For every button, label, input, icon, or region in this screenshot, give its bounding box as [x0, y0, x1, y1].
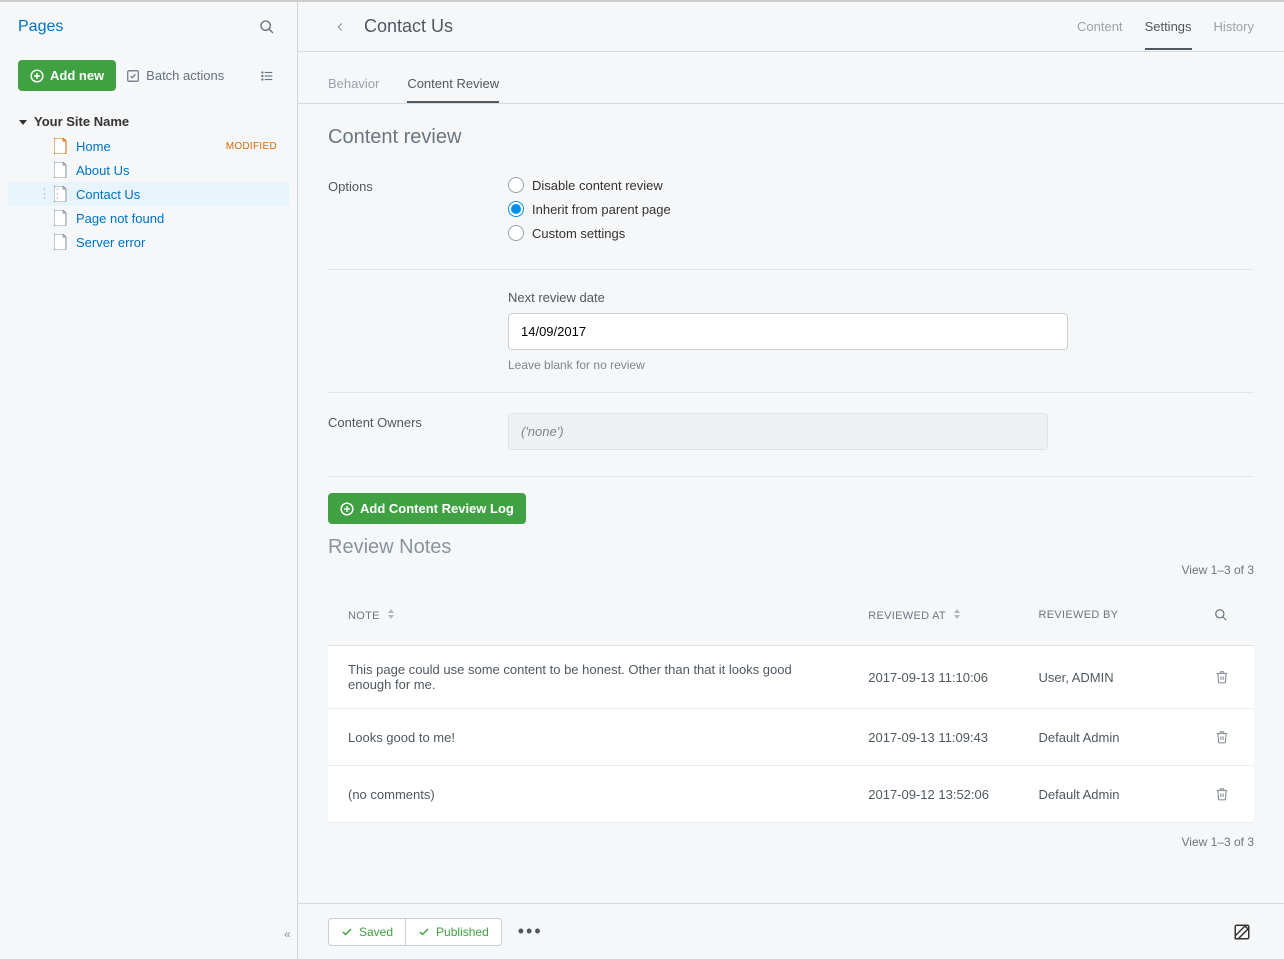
trash-icon[interactable] [1210, 665, 1234, 689]
header-tabs: Content Settings History [1077, 3, 1254, 50]
content-owners-value: ('none') [508, 413, 1048, 450]
back-icon[interactable] [328, 15, 352, 39]
trash-icon[interactable] [1210, 782, 1234, 806]
tree-item-label: Page not found [76, 211, 164, 226]
page-icon [54, 234, 68, 250]
review-notes-table: NOTE REVIEWED AT REVIEWED BY [328, 585, 1254, 823]
tree-item-label: Server error [76, 235, 145, 250]
status-saved[interactable]: Saved [328, 918, 406, 946]
tree-item-label: Home [76, 139, 111, 154]
col-reviewed-by[interactable]: REVIEWED BY [1019, 585, 1189, 646]
view-count-bottom: View 1–3 of 3 [328, 835, 1254, 849]
cell-reviewed-by: Default Admin [1019, 766, 1189, 823]
batch-actions-label: Batch actions [146, 68, 224, 83]
review-notes-title: Review Notes [328, 536, 1254, 559]
main-panel: Contact Us Content Settings History Beha… [298, 2, 1284, 959]
collapse-sidebar-icon[interactable]: « [284, 927, 291, 941]
search-icon[interactable] [1209, 603, 1233, 627]
cell-reviewed-by: User, ADMIN [1019, 646, 1189, 709]
next-review-label: Next review date [508, 290, 1068, 305]
radio-custom[interactable]: Custom settings [508, 225, 1068, 241]
tree-item[interactable]: ⋮⋮ Contact Us [8, 182, 289, 206]
cell-note: (no comments) [328, 766, 848, 823]
radio-icon [508, 225, 524, 241]
add-log-label: Add Content Review Log [360, 501, 514, 516]
trash-icon[interactable] [1210, 725, 1234, 749]
radio-inherit[interactable]: Inherit from parent page [508, 201, 1068, 217]
cell-reviewed-by: Default Admin [1019, 709, 1189, 766]
tree-root-label: Your Site Name [34, 114, 129, 129]
cell-reviewed-at: 2017-09-13 11:10:06 [848, 646, 1018, 709]
next-review-input[interactable] [508, 313, 1068, 350]
footer-bar: « Saved Published ••• [298, 903, 1284, 959]
tree-item[interactable]: Server error [8, 230, 289, 254]
tab-history[interactable]: History [1214, 3, 1254, 50]
page-tree: Your Site Name Home MODIFIED About Us ⋮⋮ Con… [0, 99, 297, 264]
table-row[interactable]: This page could use some content to be h… [328, 646, 1254, 709]
add-content-review-log-button[interactable]: Add Content Review Log [328, 493, 526, 524]
list-view-icon[interactable] [255, 64, 279, 88]
next-review-hint: Leave blank for no review [508, 358, 1068, 372]
subtab-behavior[interactable]: Behavior [328, 58, 379, 103]
col-actions [1189, 585, 1254, 646]
content-owners-label: Content Owners [328, 413, 468, 450]
add-new-label: Add new [50, 68, 104, 83]
col-reviewed-at[interactable]: REVIEWED AT [848, 585, 1018, 646]
table-row[interactable]: Looks good to me!2017-09-13 11:09:43Defa… [328, 709, 1254, 766]
tree-root[interactable]: Your Site Name [8, 109, 289, 134]
tab-settings[interactable]: Settings [1145, 3, 1192, 50]
radio-custom-label: Custom settings [532, 226, 625, 241]
modified-badge: MODIFIED [226, 141, 277, 152]
tab-content[interactable]: Content [1077, 3, 1123, 50]
radio-icon [508, 177, 524, 193]
page-icon [54, 210, 68, 226]
sidebar: Pages Add new Batch actions Your Site Na… [0, 2, 298, 959]
radio-disable-label: Disable content review [532, 178, 663, 193]
sort-icon [387, 609, 395, 619]
page-icon [54, 138, 68, 154]
sidebar-title[interactable]: Pages [18, 18, 63, 36]
more-actions-icon[interactable]: ••• [518, 921, 543, 942]
add-new-button[interactable]: Add new [18, 60, 116, 91]
cell-note: This page could use some content to be h… [328, 646, 848, 709]
search-icon[interactable] [255, 15, 279, 39]
col-note[interactable]: NOTE [328, 585, 848, 646]
radio-disable[interactable]: Disable content review [508, 177, 1068, 193]
page-title: Contact Us [364, 16, 453, 37]
tree-item[interactable]: Page not found [8, 206, 289, 230]
page-icon [54, 162, 68, 178]
tree-item-label: About Us [76, 163, 129, 178]
tree-item-label: Contact Us [76, 187, 140, 202]
tree-item[interactable]: Home MODIFIED [8, 134, 289, 158]
cell-reviewed-at: 2017-09-12 13:52:06 [848, 766, 1018, 823]
edit-icon[interactable] [1230, 920, 1254, 944]
radio-icon [508, 201, 524, 217]
tree-item[interactable]: About Us [8, 158, 289, 182]
section-title: Content review [328, 126, 1254, 149]
sort-icon [953, 609, 961, 619]
cell-note: Looks good to me! [328, 709, 848, 766]
table-row[interactable]: (no comments)2017-09-12 13:52:06Default … [328, 766, 1254, 823]
drag-handle-icon[interactable]: ⋮⋮ [38, 186, 64, 202]
options-label: Options [328, 177, 468, 249]
subtabs: Behavior Content Review [298, 58, 1284, 104]
status-published[interactable]: Published [406, 918, 502, 946]
view-count-top: View 1–3 of 3 [328, 563, 1254, 577]
batch-actions-button[interactable]: Batch actions [126, 68, 224, 83]
subtab-content-review[interactable]: Content Review [407, 58, 499, 103]
radio-inherit-label: Inherit from parent page [532, 202, 671, 217]
cell-reviewed-at: 2017-09-13 11:09:43 [848, 709, 1018, 766]
